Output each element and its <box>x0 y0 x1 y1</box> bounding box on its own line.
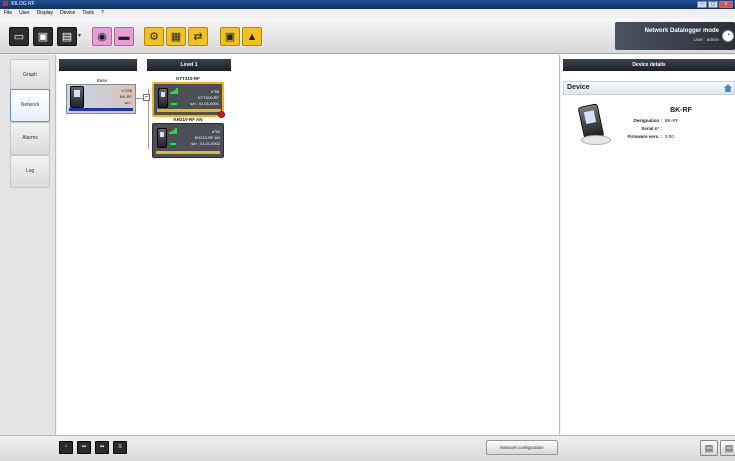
menu-file[interactable]: File <box>4 9 12 18</box>
home-icon[interactable] <box>724 84 732 92</box>
device-section-title: Device <box>567 84 590 91</box>
dropdown-arrow-icon[interactable]: ▾ <box>78 32 81 39</box>
device-name: BK-RF <box>670 107 692 114</box>
device-details-panel: Device details Device BK-RF Designation … <box>561 55 735 435</box>
sensor-serial: s/n : 01.01.0002 <box>191 141 220 146</box>
detail-value: 0.00 <box>665 134 674 139</box>
menu-user[interactable]: User <box>19 9 30 18</box>
battery-icon <box>169 142 177 146</box>
transfer-icon[interactable]: ⇄ <box>188 27 208 46</box>
battery-icon <box>170 102 178 106</box>
kilog-rf-window: KILOG RF – ▢ x File User Display Device … <box>0 0 735 461</box>
view-list-icon[interactable]: ≡ <box>113 441 127 454</box>
device-section-header[interactable]: Device <box>563 81 735 95</box>
base-model: BK-RF <box>120 94 132 99</box>
signal-icon <box>170 88 178 94</box>
sidebar-item-log[interactable]: Log <box>10 155 50 188</box>
print-icon[interactable]: ▬ <box>114 27 134 46</box>
base-number: n°238 <box>121 88 133 93</box>
sidebar-item-graph[interactable]: Graph <box>10 59 50 92</box>
export-icon[interactable]: ▤ <box>700 440 718 456</box>
mode-switch-icon[interactable]: ◔ <box>722 30 734 42</box>
sensor-device-icon <box>158 88 168 108</box>
view-single-icon[interactable]: ▫ <box>59 441 73 454</box>
menu-bar: File User Display Device Tools ? <box>0 9 735 18</box>
device-lock-icon[interactable]: ▣ <box>220 27 240 46</box>
sensor-serial: s/n : 01.01.0001 <box>190 101 219 106</box>
sensor-card[interactable]: n°55 KTT310-RF s/n : 01.01.0001 <box>152 82 225 118</box>
base-title: Base <box>96 78 108 83</box>
mode-indicator: Network Datalogger mode User : admin ◔ <box>615 22 735 50</box>
sensor-device-icon <box>157 128 167 148</box>
bottom-toolbar: ▫ ▪▪ ▪▪ ≡ Network configuration ▤ ▤ <box>0 435 735 461</box>
sensor-model: KTT310-RF <box>198 95 219 100</box>
import-icon[interactable]: ▤ <box>720 440 735 456</box>
base-device-icon <box>70 86 84 108</box>
sensor-status-bar <box>156 151 220 154</box>
sensor-title: KTT310-RF <box>176 76 200 81</box>
minimize-button[interactable]: – <box>697 1 707 8</box>
signal-icon <box>169 128 177 134</box>
level-header: Level 1 <box>147 59 231 71</box>
app-logo-icon <box>3 1 8 7</box>
sensor-number: n°54 <box>211 129 220 134</box>
sensor-card[interactable]: n°54 KH210-RF AN s/n : 01.01.0002 <box>152 123 224 158</box>
close-button[interactable]: x <box>719 1 733 8</box>
detail-row: Firmware vers. : 0.00 <box>617 134 727 139</box>
maximize-button[interactable]: ▢ <box>708 1 718 8</box>
save-icon[interactable]: ▣ <box>33 27 53 46</box>
detail-label: Serial n° : <box>641 126 662 131</box>
details-header: Device details <box>563 59 735 71</box>
device-config-icon[interactable]: ▦ <box>166 27 186 46</box>
connect-icon[interactable]: ◉ <box>92 27 112 46</box>
base-serial: s/n : <box>124 100 132 105</box>
view-double-icon[interactable]: ▪▪ <box>77 441 91 454</box>
menu-help[interactable]: ? <box>101 9 104 18</box>
mode-title: Network Datalogger mode <box>644 28 719 34</box>
collapse-button[interactable]: – <box>143 94 150 101</box>
new-file-icon[interactable]: ▭ <box>9 27 29 46</box>
toolbar: ▭ ▣ ▤ ▾ ◉ ▬ ⚙ ▦ ⇄ ▣ ▲ Network Datalogger… <box>0 18 735 54</box>
sensor-title: KH210-RF AN <box>173 117 203 122</box>
settings-icon[interactable]: ⚙ <box>144 27 164 46</box>
menu-device[interactable]: Device <box>60 9 75 18</box>
network-view: Level 1 Base n°238 BK-RF s/n : – KTT310-… <box>57 55 560 435</box>
sidebar-item-network[interactable]: Network <box>10 89 50 122</box>
menu-display[interactable]: Display <box>37 9 53 18</box>
detail-label: Designation : <box>633 118 662 123</box>
alarm-icon[interactable]: ▲ <box>242 27 262 46</box>
title-bar: KILOG RF – ▢ x <box>0 0 735 9</box>
detail-row: Designation : BK-RF <box>617 118 727 123</box>
device-stand-image <box>581 135 611 145</box>
current-user: User : admin <box>693 37 719 42</box>
network-configuration-button[interactable]: Network configuration <box>486 440 558 455</box>
base-status-bar <box>69 108 133 111</box>
view-quad-icon[interactable]: ▪▪ <box>95 441 109 454</box>
base-device-card[interactable]: Base n°238 BK-RF s/n : <box>66 78 136 114</box>
sidebar: Graph Network Alarms Log <box>0 55 56 461</box>
sidebar-item-alarms[interactable]: Alarms <box>10 122 50 155</box>
sensor-model: KH210-RF AN <box>194 135 220 140</box>
window-controls: – ▢ x <box>697 1 733 8</box>
print-preview-icon[interactable]: ▤ <box>57 27 77 46</box>
detail-label: Firmware vers. : <box>627 134 662 139</box>
window-title: KILOG RF <box>11 1 35 7</box>
sensor-number: n°55 <box>210 89 219 94</box>
detail-value: BK-RF <box>665 118 679 123</box>
detail-row: Serial n° : <box>617 126 727 131</box>
sensor-status-bar <box>157 109 221 112</box>
base-column-header <box>59 59 137 71</box>
menu-tools[interactable]: Tools <box>82 9 94 18</box>
